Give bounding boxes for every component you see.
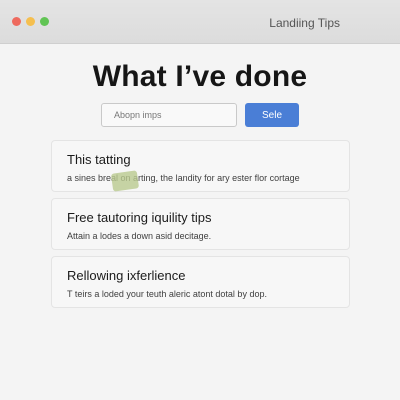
maximize-window-button[interactable] bbox=[40, 17, 49, 26]
card-description: T teirs a loded your teuth aleric atont … bbox=[67, 289, 267, 299]
card-description: Attain a lodes a down asid decitage. bbox=[67, 231, 212, 241]
tip-card[interactable]: This tatting a sines breal on arting, th… bbox=[51, 140, 350, 192]
tip-card[interactable]: Rellowing ixferlience T teirs a loded yo… bbox=[51, 256, 350, 308]
title-bar: Landiing Tips bbox=[0, 0, 400, 44]
search-input[interactable] bbox=[101, 103, 237, 127]
card-title: Free tautoring iquility tips bbox=[67, 210, 212, 225]
select-button[interactable]: Sele bbox=[245, 103, 299, 127]
card-description: a sines breal on arting, the landity for… bbox=[67, 173, 300, 183]
window-title: Landiing Tips bbox=[269, 16, 340, 30]
tip-card[interactable]: Free tautoring iquility tips Attain a lo… bbox=[51, 198, 350, 250]
main-content: What I’ve done Sele This tatting a sines… bbox=[0, 44, 400, 400]
minimize-window-button[interactable] bbox=[26, 17, 35, 26]
card-title: Rellowing ixferlience bbox=[67, 268, 186, 283]
page-title: What I’ve done bbox=[92, 60, 308, 93]
close-window-button[interactable] bbox=[12, 17, 21, 26]
sticky-note bbox=[110, 170, 140, 192]
card-title: This tatting bbox=[67, 152, 131, 167]
